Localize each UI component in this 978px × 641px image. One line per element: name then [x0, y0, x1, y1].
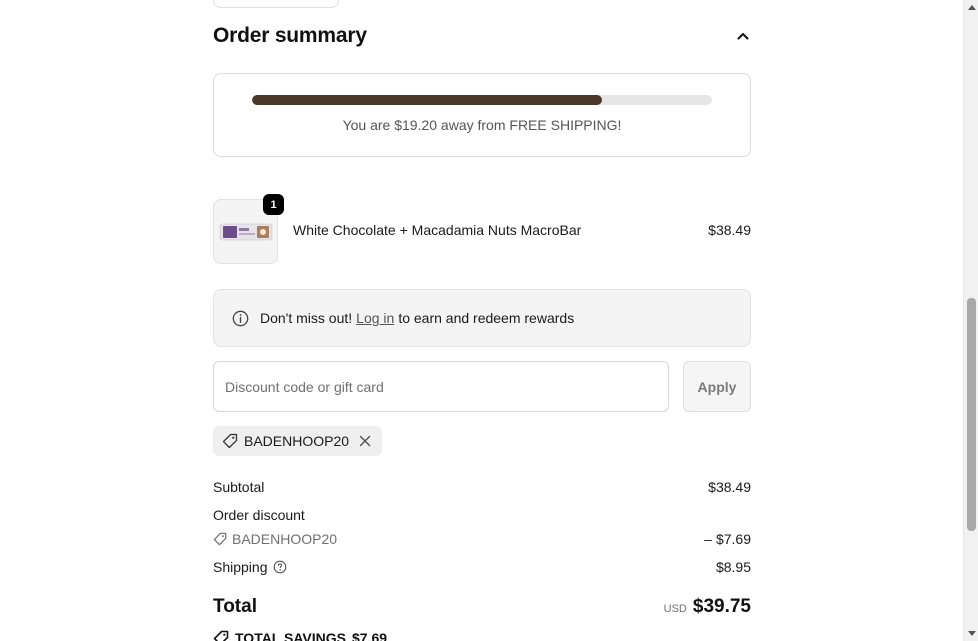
total-savings-value: $7.69: [351, 630, 388, 641]
rewards-prefix: Don't miss out!: [260, 310, 353, 326]
order-discount-label: Order discount: [213, 507, 305, 523]
subtotal-label: Subtotal: [213, 479, 265, 495]
tag-icon: [213, 630, 229, 641]
tag-icon: [213, 532, 227, 546]
item-name: White Chocolate + Macadamia Nuts MacroBa…: [293, 222, 582, 238]
applied-discount-chip: BADENHOOP20: [213, 426, 383, 456]
subtotal-value: $38.49: [708, 479, 751, 495]
vertical-scrollbar[interactable]: [963, 0, 978, 641]
applied-code-text: BADENHOOP20: [244, 433, 350, 449]
scrollbar-thumb[interactable]: [967, 298, 976, 531]
scroll-down-arrow-icon[interactable]: [967, 629, 976, 638]
rewards-banner: Don't miss out! Log in to earn and redee…: [213, 289, 751, 347]
currency-code: USD: [663, 603, 687, 615]
shipping-message: You are $19.20 away from FREE SHIPPING!: [342, 117, 622, 133]
subtotal-row: Subtotal $38.49: [213, 479, 751, 495]
order-summary-header[interactable]: Order summary: [213, 22, 751, 50]
total-amount: $39.75: [692, 596, 751, 617]
quantity-badge: 1: [263, 194, 284, 215]
close-icon[interactable]: [359, 434, 373, 448]
previous-section-edge: [213, 0, 339, 8]
total-label: Total: [213, 596, 257, 617]
rewards-suffix: to earn and redeem rewards: [398, 310, 575, 326]
shipping-row: Shipping $8.95: [213, 559, 751, 575]
total-savings-row: TOTAL SAVINGS $7.69: [213, 630, 387, 641]
total-savings-label: TOTAL SAVINGS: [235, 630, 346, 641]
total-row: Total USD $39.75: [213, 596, 751, 618]
macrobar-image-icon: [219, 223, 272, 240]
scroll-up-arrow-icon[interactable]: [967, 3, 976, 12]
line-item: 1 White Chocolate + Macadamia Nuts Macro…: [213, 194, 751, 265]
order-summary-title: Order summary: [213, 24, 367, 47]
info-icon: [232, 309, 250, 327]
chevron-up-icon[interactable]: [735, 28, 751, 44]
order-discount-row: Order discount: [213, 507, 751, 523]
login-link[interactable]: Log in: [356, 310, 394, 326]
discount-code-row: BADENHOOP20 – $7.69: [213, 531, 751, 547]
apply-button[interactable]: Apply: [683, 361, 751, 412]
shipping-progress-bar: [252, 95, 712, 105]
discount-code-name: BADENHOOP20: [232, 531, 338, 547]
discount-value: – $7.69: [704, 531, 751, 547]
shipping-label: Shipping: [213, 559, 268, 575]
discount-code-input[interactable]: [213, 361, 669, 412]
item-price: $38.49: [708, 222, 751, 238]
shipping-progress-fill: [252, 95, 602, 105]
tag-icon: [222, 433, 238, 449]
help-icon[interactable]: [273, 560, 287, 574]
shipping-value: $8.95: [715, 559, 751, 575]
free-shipping-box: You are $19.20 away from FREE SHIPPING!: [213, 73, 751, 157]
